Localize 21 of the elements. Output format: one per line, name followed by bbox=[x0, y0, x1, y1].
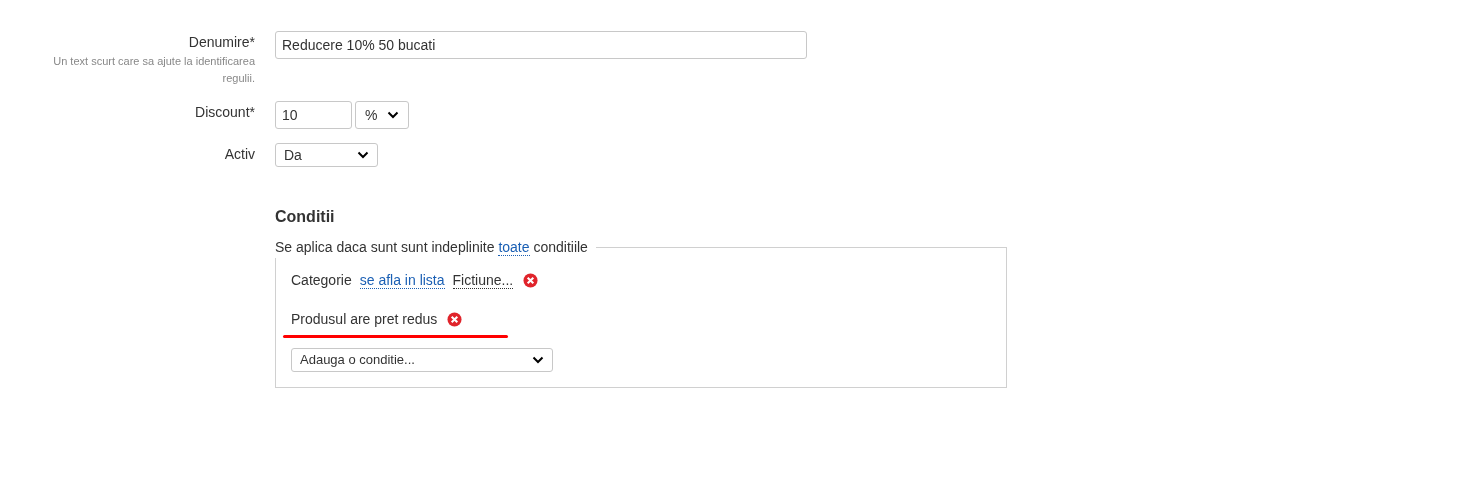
operator-link[interactable]: se afla in lista bbox=[359, 272, 445, 289]
field-label: Denumire* bbox=[188, 33, 255, 52]
condition-field: Produsul are pret redus bbox=[291, 309, 438, 330]
chevron-down-icon bbox=[532, 356, 544, 364]
value-link[interactable]: Fictiune... bbox=[452, 272, 514, 289]
mode-link[interactable]: toate bbox=[498, 239, 530, 256]
active-select[interactable]: Da bbox=[275, 143, 378, 167]
name-input[interactable]: Reducere 10% 50 bucati bbox=[275, 31, 807, 59]
add-condition-select[interactable]: Adauga o conditie... bbox=[291, 348, 553, 372]
field-label: Activ bbox=[224, 145, 255, 164]
chevron-down-icon bbox=[387, 111, 399, 119]
remove-icon[interactable] bbox=[447, 312, 463, 327]
field-hint: Un text scurt care sa ajute la identificarea regulii. bbox=[52, 54, 255, 86]
field-label: Discount* bbox=[195, 103, 255, 122]
condition-field: Categorie bbox=[291, 270, 352, 291]
chevron-down-icon bbox=[357, 151, 369, 159]
unit-select[interactable]: % bbox=[355, 101, 409, 129]
remove-icon[interactable] bbox=[523, 273, 539, 288]
section-title: Conditii bbox=[275, 207, 336, 227]
discount-input[interactable]: 10 bbox=[275, 101, 352, 129]
condition-sentence: Se aplica daca sunt sunt indeplinite toate conditiile bbox=[275, 238, 589, 258]
